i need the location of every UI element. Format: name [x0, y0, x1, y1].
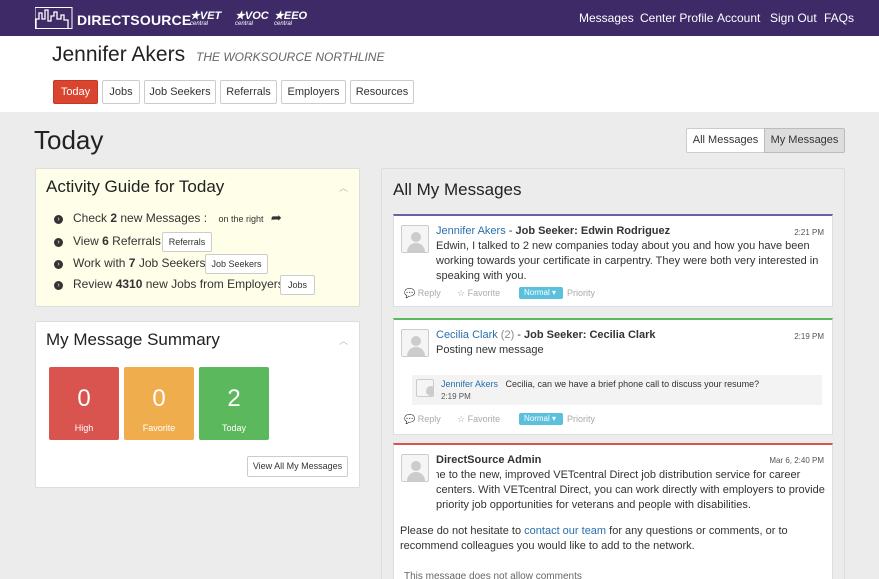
message-sender: DirectSource Admin [436, 454, 542, 466]
collapse-icon[interactable]: ︿ [339, 181, 349, 193]
user-name: Jennifer Akers [52, 43, 186, 66]
voc-central-logo: ★VOC central [235, 10, 269, 27]
comment-icon: 💬 [404, 414, 416, 424]
reply-action[interactable]: 💬 Reply [404, 288, 441, 299]
eeo-central-logo: ★EEO central [274, 10, 308, 27]
summary-tile-today[interactable]: 2 Today [199, 367, 269, 440]
reply-header: Jennifer Akers Cecilia, can we have a br… [441, 379, 759, 389]
message-card[interactable]: Jennifer Akers - Job Seeker: Edwin Rodri… [393, 214, 833, 307]
activity-row-job-seekers: › Work with 7 Job Seekers: [54, 256, 209, 272]
message-body: Edwin, I talked to 2 new companies today… [436, 240, 819, 282]
activity-row-referrals: › View 6 Referrals: [54, 234, 164, 250]
share-arrow-icon: ➦ [270, 210, 282, 225]
all-messages-toggle[interactable]: All Messages [686, 128, 765, 153]
activity-row-messages: › Check 2 new Messages : on the right ➦ [54, 210, 282, 226]
tab-employers[interactable]: Employers [281, 80, 346, 104]
summary-tile-high[interactable]: 0 High [49, 367, 119, 440]
priority-label: Priority [567, 288, 596, 298]
top-navbar: DIRECTSOURCE ★VET central ★VOC central ★EE… [0, 0, 879, 36]
priority-label: Priority [567, 414, 596, 424]
user-avatar [401, 329, 429, 357]
message-header: Cecilia Clark (2) - Job Seeker: Cecilia … [436, 329, 656, 341]
page-title: Today [34, 125, 104, 155]
vet-central-logo: ★VET central [190, 10, 222, 27]
nav-center-profile[interactable]: Center Profile [640, 11, 713, 25]
user-avatar [401, 225, 429, 253]
my-messages-toggle[interactable]: My Messages [764, 128, 845, 153]
favorite-action[interactable]: ☆ Favorite [457, 414, 500, 425]
chevron-circle-icon: › [54, 215, 63, 224]
tab-resources[interactable]: Resources [350, 80, 414, 104]
user-avatar [401, 454, 429, 482]
message-body: Welcome to the new, improved VETcentral … [436, 469, 825, 511]
reply-time: 2:19 PM [441, 392, 471, 401]
star-icon: ☆ [457, 414, 466, 424]
message-subject[interactable]: Job Seeker: Cecilia Clark [524, 329, 655, 341]
message-time: Mar 6, 2:40 PM [769, 456, 824, 465]
chevron-circle-icon: › [54, 281, 63, 290]
no-comments-note: This message does not allow comments [404, 571, 582, 579]
message-card[interactable]: DirectSource Admin Mar 6, 2:40 PM Welcom… [393, 443, 833, 579]
reply-thread: Jennifer Akers Cecilia, can we have a br… [412, 375, 822, 405]
reply-sender[interactable]: Jennifer Akers [441, 379, 498, 389]
priority-dropdown[interactable]: Normal ▾ [519, 413, 563, 425]
reply-action[interactable]: 💬 Reply [404, 414, 441, 425]
activity-guide-title: Activity Guide for Today [46, 177, 225, 196]
tab-today[interactable]: Today [53, 80, 98, 104]
job-seekers-button[interactable]: Job Seekers [205, 254, 268, 274]
user-header: Jennifer Akers THE WORKSOURCE NORTHLINE … [0, 36, 879, 112]
nav-sign-out[interactable]: Sign Out [770, 11, 817, 25]
priority-dropdown[interactable]: Normal ▾ [519, 287, 563, 299]
summary-tile-favorite[interactable]: 0 Favorite [124, 367, 194, 440]
all-my-messages-title: All My Messages [393, 180, 522, 199]
chevron-circle-icon: › [54, 238, 63, 247]
caret-down-icon: ▾ [552, 414, 557, 423]
message-header: DirectSource Admin [436, 454, 541, 466]
favorite-action[interactable]: ☆ Favorite [457, 288, 500, 299]
message-sender[interactable]: Cecilia Clark [436, 329, 498, 341]
skyline-icon [35, 7, 73, 29]
message-body: Posting new message [436, 344, 544, 356]
message-summary-title: My Message Summary [46, 330, 220, 349]
message-header: Jennifer Akers - Job Seeker: Edwin Rodri… [436, 225, 671, 237]
on-the-right-hint: on the right [218, 214, 264, 224]
directsource-logo[interactable]: DIRECTSOURCE [35, 7, 191, 29]
activity-row-jobs: › Review 4310 new Jobs from Employers: [54, 277, 287, 293]
organization-name: THE WORKSOURCE NORTHLINE [196, 50, 385, 64]
message-sender[interactable]: Jennifer Akers [436, 225, 506, 237]
tab-job-seekers[interactable]: Job Seekers [144, 80, 216, 104]
tab-referrals[interactable]: Referrals [220, 80, 277, 104]
view-all-messages-button[interactable]: View All My Messages [247, 456, 348, 477]
chevron-circle-icon: › [54, 260, 63, 269]
nav-account[interactable]: Account [717, 11, 760, 25]
star-icon: ☆ [457, 288, 466, 298]
tab-jobs[interactable]: Jobs [102, 80, 140, 104]
brand-name: DIRECTSOURCE [77, 12, 192, 28]
message-time: 2:21 PM [794, 228, 824, 237]
contact-team-link[interactable]: contact our team [524, 525, 606, 537]
message-subject[interactable]: Job Seeker: Edwin Rodriguez [515, 225, 670, 237]
nav-faqs[interactable]: FAQs [824, 11, 854, 25]
referrals-button[interactable]: Referrals [162, 232, 212, 252]
collapse-icon[interactable]: ︿ [339, 334, 349, 346]
jobs-button[interactable]: Jobs [280, 275, 315, 295]
message-time: 2:19 PM [794, 332, 824, 341]
message-card[interactable]: Cecilia Clark (2) - Job Seeker: Cecilia … [393, 318, 833, 435]
reply-text: Cecilia, can we have a brief phone call … [505, 379, 760, 389]
caret-down-icon: ▾ [552, 288, 557, 297]
message-body-contact: Please do not hesitate to contact our te… [400, 525, 788, 552]
nav-messages[interactable]: Messages [579, 11, 634, 25]
comment-icon: 💬 [404, 288, 416, 298]
user-avatar [416, 379, 434, 397]
